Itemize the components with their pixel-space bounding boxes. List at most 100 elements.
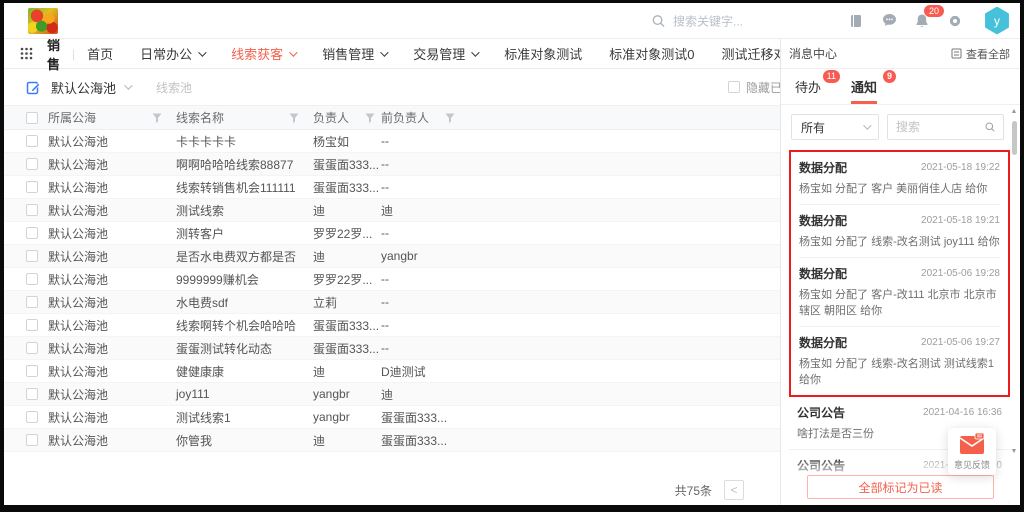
table-row: 默认公海池线索转销售机会111111蛋蛋面333...-- <box>4 176 780 199</box>
notification-title: 数据分配 <box>799 159 847 176</box>
nav-item[interactable]: 标准对象测试0 <box>609 44 694 63</box>
scrollbar-thumb[interactable] <box>1012 121 1017 155</box>
chevron-down-icon <box>863 121 871 129</box>
cell-prev-owner: yangbr <box>381 249 780 263</box>
main-nav: 销售 | 首页日常办公线索获客销售管理交易管理标准对象测试标准对象测试0测试迁移… <box>4 39 780 69</box>
chevron-down-icon <box>198 48 206 56</box>
cell-pool: 默认公海池 <box>48 294 176 311</box>
row-checkbox[interactable] <box>26 250 38 262</box>
cell-pool: 默认公海池 <box>48 271 176 288</box>
notification-bell-icon[interactable]: 20 <box>912 11 932 31</box>
filter-icon[interactable] <box>152 113 162 123</box>
row-checkbox[interactable] <box>26 181 38 193</box>
table-row: 默认公海池你管我迪蛋蛋面333... <box>4 429 780 452</box>
row-checkbox[interactable] <box>26 411 38 423</box>
filter-icon[interactable] <box>445 113 455 123</box>
cell-lead-name: 测试线索 <box>176 202 313 219</box>
panel-search-input[interactable] <box>896 120 979 134</box>
cell-prev-owner: 蛋蛋面333... <box>381 432 780 449</box>
cell-pool: 默认公海池 <box>48 225 176 242</box>
cell-pool: 默认公海池 <box>48 409 176 426</box>
row-checkbox[interactable] <box>26 365 38 377</box>
tab-todo[interactable]: 待办 11 <box>795 77 821 104</box>
hide-converted-label: 隐藏已 <box>746 79 780 96</box>
table-row: 默认公海池测转客户罗罗22罗...-- <box>4 222 780 245</box>
hide-converted-checkbox[interactable] <box>728 81 740 93</box>
cell-lead-name: 是否水电费双方都是否 <box>176 248 313 265</box>
notification-title: 数据分配 <box>799 334 847 351</box>
view-all-link[interactable]: 查看全部 <box>951 46 1010 62</box>
row-checkbox[interactable] <box>26 135 38 147</box>
envelope-icon <box>959 433 985 455</box>
cell-owner: 杨宝如 <box>313 133 381 150</box>
table-row: 默认公海池水电费sdf立莉-- <box>4 291 780 314</box>
nav-item[interactable]: 标准对象测试 <box>504 44 582 63</box>
notification-item[interactable]: 数据分配2021-05-18 19:21杨宝如 分配了 线索-改名测试 joy1… <box>799 205 1000 258</box>
nav-item[interactable]: 线索获客 <box>231 44 295 63</box>
main-area: 销售 | 首页日常办公线索获客销售管理交易管理标准对象测试标准对象测试0测试迁移… <box>4 39 780 505</box>
message-center-panel: 消息中心 查看全部 待办 11 通知 9 所有 <box>780 39 1020 505</box>
notebook-icon[interactable] <box>846 11 866 31</box>
notification-item[interactable]: 数据分配2021-05-18 19:22杨宝如 分配了 客户 美丽俏佳人店 给你 <box>799 152 1000 205</box>
crm-window: 搜索关键字... 20 y 销售 <box>0 0 1024 512</box>
row-checkbox[interactable] <box>26 273 38 285</box>
prev-page-button[interactable]: < <box>724 480 744 500</box>
row-checkbox[interactable] <box>26 342 38 354</box>
nav-item[interactable]: 销售管理 <box>322 44 386 63</box>
cell-owner: 蛋蛋面333... <box>313 156 381 173</box>
app-logo[interactable] <box>28 8 58 34</box>
compose-icon[interactable] <box>26 80 41 95</box>
scroll-down-arrow[interactable]: ▼ <box>1011 447 1018 457</box>
panel-scrollbar[interactable]: ▲ ▼ <box>1008 107 1020 457</box>
notification-item[interactable]: 数据分配2021-05-06 19:27杨宝如 分配了 线索-改名测试 测试线索… <box>799 327 1000 395</box>
feedback-widget[interactable]: 意见反馈 <box>948 428 996 475</box>
type-filter-select[interactable]: 所有 <box>791 114 879 140</box>
cell-lead-name: 健健康康 <box>176 363 313 380</box>
filter-icon[interactable] <box>365 113 375 123</box>
global-search[interactable]: 搜索关键字... <box>652 12 743 29</box>
row-checkbox[interactable] <box>26 204 38 216</box>
row-checkbox[interactable] <box>26 434 38 446</box>
mark-all-read-button[interactable]: 全部标记为已读 <box>807 475 994 499</box>
row-checkbox[interactable] <box>26 296 38 308</box>
panel-search-box <box>887 114 1004 140</box>
nav-item-label: 标准对象测试 <box>504 44 582 63</box>
table-row: 默认公海池测试线索1yangbr蛋蛋面333... <box>4 406 780 429</box>
nav-item[interactable]: 日常办公 <box>140 44 204 63</box>
select-all-checkbox[interactable] <box>26 112 38 124</box>
table-row: 默认公海池线索啊转个机会哈哈哈蛋蛋面333...-- <box>4 314 780 337</box>
tab-notifications[interactable]: 通知 9 <box>851 77 877 104</box>
user-avatar[interactable]: y <box>984 7 1010 35</box>
chat-icon[interactable] <box>879 11 899 31</box>
cell-pool: 默认公海池 <box>48 156 176 173</box>
tab-notifications-badge: 9 <box>883 70 896 83</box>
row-checkbox[interactable] <box>26 158 38 170</box>
panel-title: 消息中心 <box>789 45 837 62</box>
row-checkbox[interactable] <box>26 388 38 400</box>
bell-badge: 20 <box>924 5 944 17</box>
cell-prev-owner: -- <box>381 272 780 286</box>
pool-selector[interactable]: 默认公海池 <box>51 78 130 97</box>
cell-pool: 默认公海池 <box>48 248 176 265</box>
global-search-placeholder: 搜索关键字... <box>673 12 743 29</box>
cell-prev-owner: 迪 <box>381 386 780 403</box>
filter-icon[interactable] <box>289 113 299 123</box>
cell-lead-name: 线索转销售机会111111 <box>176 179 313 196</box>
row-checkbox[interactable] <box>26 319 38 331</box>
panel-tabs: 待办 11 通知 9 <box>781 69 1020 105</box>
app-grid-icon[interactable] <box>20 47 33 60</box>
cell-prev-owner: -- <box>381 226 780 240</box>
chevron-down-icon <box>380 48 388 56</box>
table-footer: 共75条 < <box>4 475 780 505</box>
table-row: 默认公海池健健康康迪D迪测试 <box>4 360 780 383</box>
settings-gear-icon[interactable] <box>945 11 965 31</box>
nav-item-label: 标准对象测试0 <box>609 44 694 63</box>
nav-item[interactable]: 交易管理 <box>413 44 477 63</box>
cell-prev-owner: -- <box>381 134 780 148</box>
notification-item[interactable]: 数据分配2021-05-06 19:28杨宝如 分配了 客户-改111 北京市 … <box>799 258 1000 327</box>
row-checkbox[interactable] <box>26 227 38 239</box>
feedback-label: 意见反馈 <box>954 458 990 471</box>
nav-item[interactable]: 首页 <box>87 44 113 63</box>
scroll-up-arrow[interactable]: ▲ <box>1011 107 1018 117</box>
hide-converted-toggle[interactable]: 隐藏已 <box>728 79 780 96</box>
